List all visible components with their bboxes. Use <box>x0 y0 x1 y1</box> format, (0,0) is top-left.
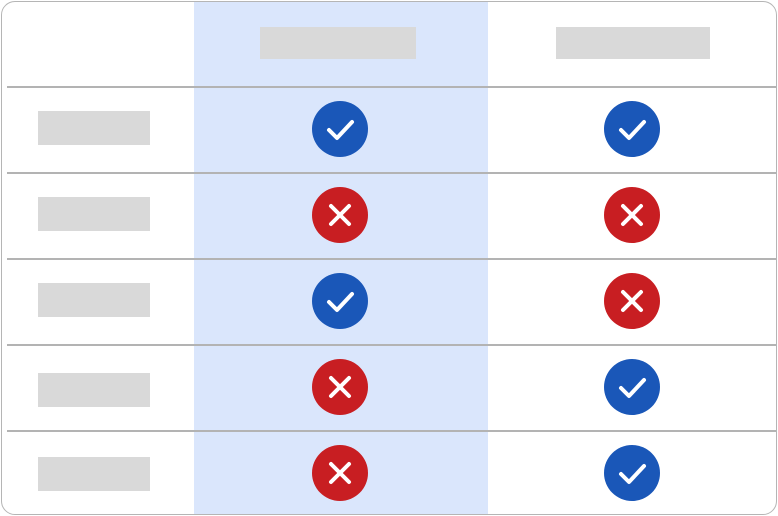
column-header-placeholder-2 <box>556 27 710 59</box>
row-label-placeholder <box>38 283 150 317</box>
check-circle-icon <box>312 273 368 329</box>
row-label-text <box>38 283 39 284</box>
x-circle-icon <box>312 359 368 415</box>
row-label-placeholder <box>38 197 150 231</box>
x-circle-icon <box>312 445 368 501</box>
comparison-table <box>1 1 777 515</box>
row-label-text <box>38 111 39 112</box>
row-label-placeholder <box>38 373 150 407</box>
check-circle-icon <box>604 101 660 157</box>
row-label-placeholder <box>38 457 150 491</box>
column-header-placeholder-1 <box>260 27 416 59</box>
row-label-text <box>38 373 39 374</box>
x-circle-icon <box>604 273 660 329</box>
column-header-text-2 <box>556 27 557 28</box>
row-label-placeholder <box>38 111 150 145</box>
table-header-row <box>2 2 776 87</box>
row-label-text <box>38 457 39 458</box>
column-header-text-1 <box>260 27 261 28</box>
table-row <box>2 88 776 172</box>
check-circle-icon <box>604 445 660 501</box>
check-circle-icon <box>604 359 660 415</box>
x-circle-icon <box>604 187 660 243</box>
table-row <box>2 174 776 258</box>
x-circle-icon <box>312 187 368 243</box>
check-circle-icon <box>312 101 368 157</box>
table-row <box>2 432 776 514</box>
table-row <box>2 260 776 344</box>
row-label-text <box>38 197 39 198</box>
table-row <box>2 346 776 430</box>
